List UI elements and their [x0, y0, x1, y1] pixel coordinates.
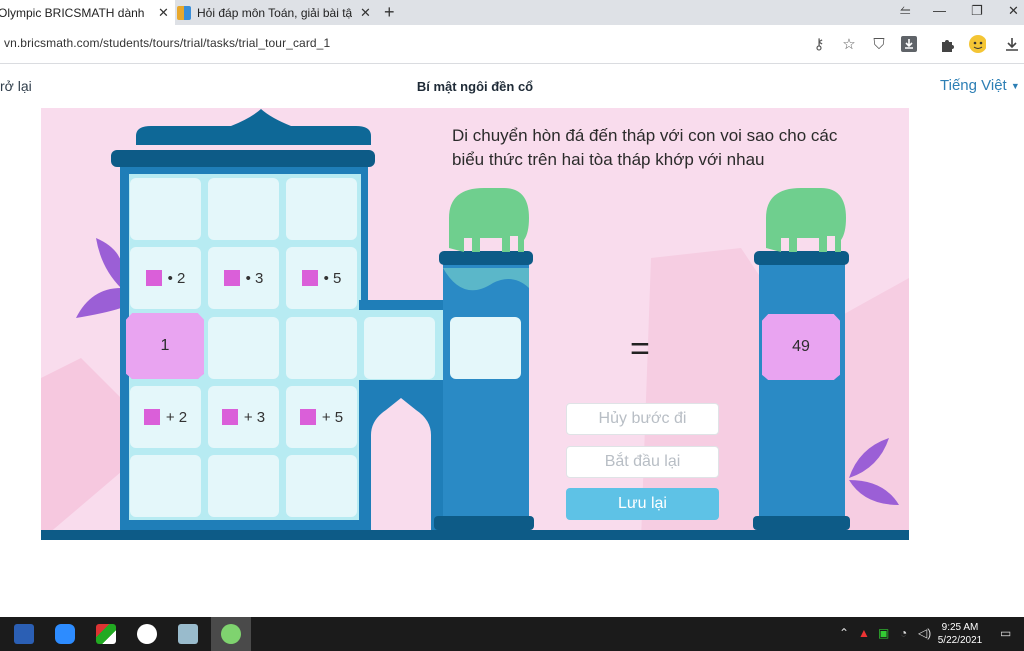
placeholder-square-icon — [145, 270, 162, 286]
grid-cell[interactable] — [208, 178, 279, 240]
grid-cell[interactable] — [208, 455, 279, 517]
chevron-up-icon[interactable]: ⌃ — [839, 626, 849, 640]
op-cell-add-2[interactable]: + 2 — [130, 386, 201, 448]
hoidap-favicon-icon — [177, 5, 191, 20]
op-cell-add-3[interactable]: + 3 — [208, 386, 279, 448]
tab-title: Hỏi đáp môn Toán, giải bài tậ — [197, 5, 352, 20]
grid-cell[interactable] — [130, 455, 201, 517]
grid-cell[interactable] — [364, 317, 435, 379]
placeholder-square-icon — [301, 270, 318, 286]
tab-title: Olympic BRICSMATH dành ch — [0, 5, 146, 20]
shield-icon[interactable]: ⛉ — [870, 35, 888, 53]
save-button[interactable]: Lưu lại — [566, 488, 719, 520]
settings-app-icon[interactable] — [137, 624, 157, 644]
media-app-icon[interactable] — [96, 624, 116, 644]
address-bar: vn.bricsmath.com/students/tours/trial/ta… — [0, 25, 1024, 64]
zoom-app-icon[interactable] — [55, 624, 75, 644]
equals-sign: = — [630, 330, 650, 368]
tab-strip: Olympic BRICSMATH dành ch ✕ Hỏi đáp môn … — [0, 0, 1024, 25]
language-label: Tiếng Việt — [940, 77, 1007, 94]
close-tab-icon[interactable]: ✕ — [158, 5, 169, 21]
image-app-icon[interactable] — [178, 624, 198, 644]
url-field[interactable]: vn.bricsmath.com/students/tours/trial/ta… — [4, 36, 330, 50]
placeholder-square-icon — [223, 270, 240, 286]
target-stone: 49 — [762, 314, 840, 380]
grid-cell[interactable] — [286, 455, 357, 517]
downloads-icon[interactable] — [1003, 35, 1021, 53]
tab-hoidap[interactable]: Hỏi đáp môn Toán, giải bài tậ ✕ — [177, 0, 377, 25]
restart-button[interactable]: Bắt đầu lại — [566, 446, 719, 478]
movable-stone[interactable]: 1 — [126, 313, 204, 379]
op-cell-multiply-3[interactable]: • 3 — [208, 247, 279, 309]
close-window-button[interactable]: ✕ — [1008, 3, 1019, 19]
undo-button[interactable]: Hủy bước đi — [566, 403, 719, 435]
tray-app-icon[interactable]: ▣ — [878, 626, 889, 640]
placeholder-square-icon — [143, 409, 160, 425]
download-extension-icon[interactable] — [900, 35, 918, 53]
op-cell-add-5[interactable]: + 5 — [286, 386, 357, 448]
language-selector[interactable]: Tiếng Việt ▼ — [940, 77, 1020, 94]
key-icon[interactable]: ⚷ — [810, 35, 828, 53]
placeholder-square-icon — [299, 409, 316, 425]
wifi-icon[interactable]: ◔ — [900, 626, 907, 640]
grid-cell[interactable] — [208, 317, 279, 379]
extensions-puzzle-icon[interactable] — [938, 35, 956, 53]
system-clock[interactable]: 9:25 AM 5/22/2021 — [930, 621, 990, 647]
tab-bricsmath[interactable]: Olympic BRICSMATH dành ch ✕ — [0, 0, 175, 25]
tab-search-icon[interactable]: ⥪ — [900, 3, 910, 19]
word-app-icon[interactable] — [14, 624, 34, 644]
notifications-icon[interactable]: ▭ — [1000, 626, 1011, 640]
taskbar: ⌃ ▲ ▣ ◔ ◁) 9:25 AM 5/22/2021 ▭ — [0, 617, 1024, 651]
grid-cell[interactable] — [286, 178, 357, 240]
op-cell-multiply-5[interactable]: • 5 — [286, 247, 357, 309]
clock-time: 9:25 AM — [941, 622, 979, 633]
profile-avatar[interactable] — [968, 35, 986, 53]
grid-cell[interactable] — [130, 178, 201, 240]
grid-cell[interactable] — [286, 317, 357, 379]
antivirus-icon[interactable]: ▲ — [858, 626, 870, 640]
chevron-down-icon: ▼ — [1010, 81, 1020, 92]
browser-app-icon[interactable] — [221, 624, 241, 644]
target-slot[interactable] — [450, 317, 521, 379]
new-tab-button[interactable]: + — [384, 2, 395, 23]
close-tab-icon[interactable]: ✕ — [360, 5, 371, 21]
placeholder-square-icon — [221, 409, 238, 425]
page-title: Bí mật ngôi đền cổ — [416, 79, 534, 94]
minimize-button[interactable]: — — [933, 3, 946, 18]
instruction-text: Di chuyển hòn đá đến tháp với con voi sa… — [452, 126, 838, 169]
bookmark-star-icon[interactable]: ☆ — [840, 35, 858, 53]
game-board: Di chuyển hòn đá đến tháp với con voi sa… — [41, 108, 909, 540]
clock-date: 5/22/2021 — [937, 635, 983, 646]
maximize-button[interactable]: ❐ — [971, 3, 983, 19]
op-cell-multiply-2[interactable]: • 2 — [130, 247, 201, 309]
